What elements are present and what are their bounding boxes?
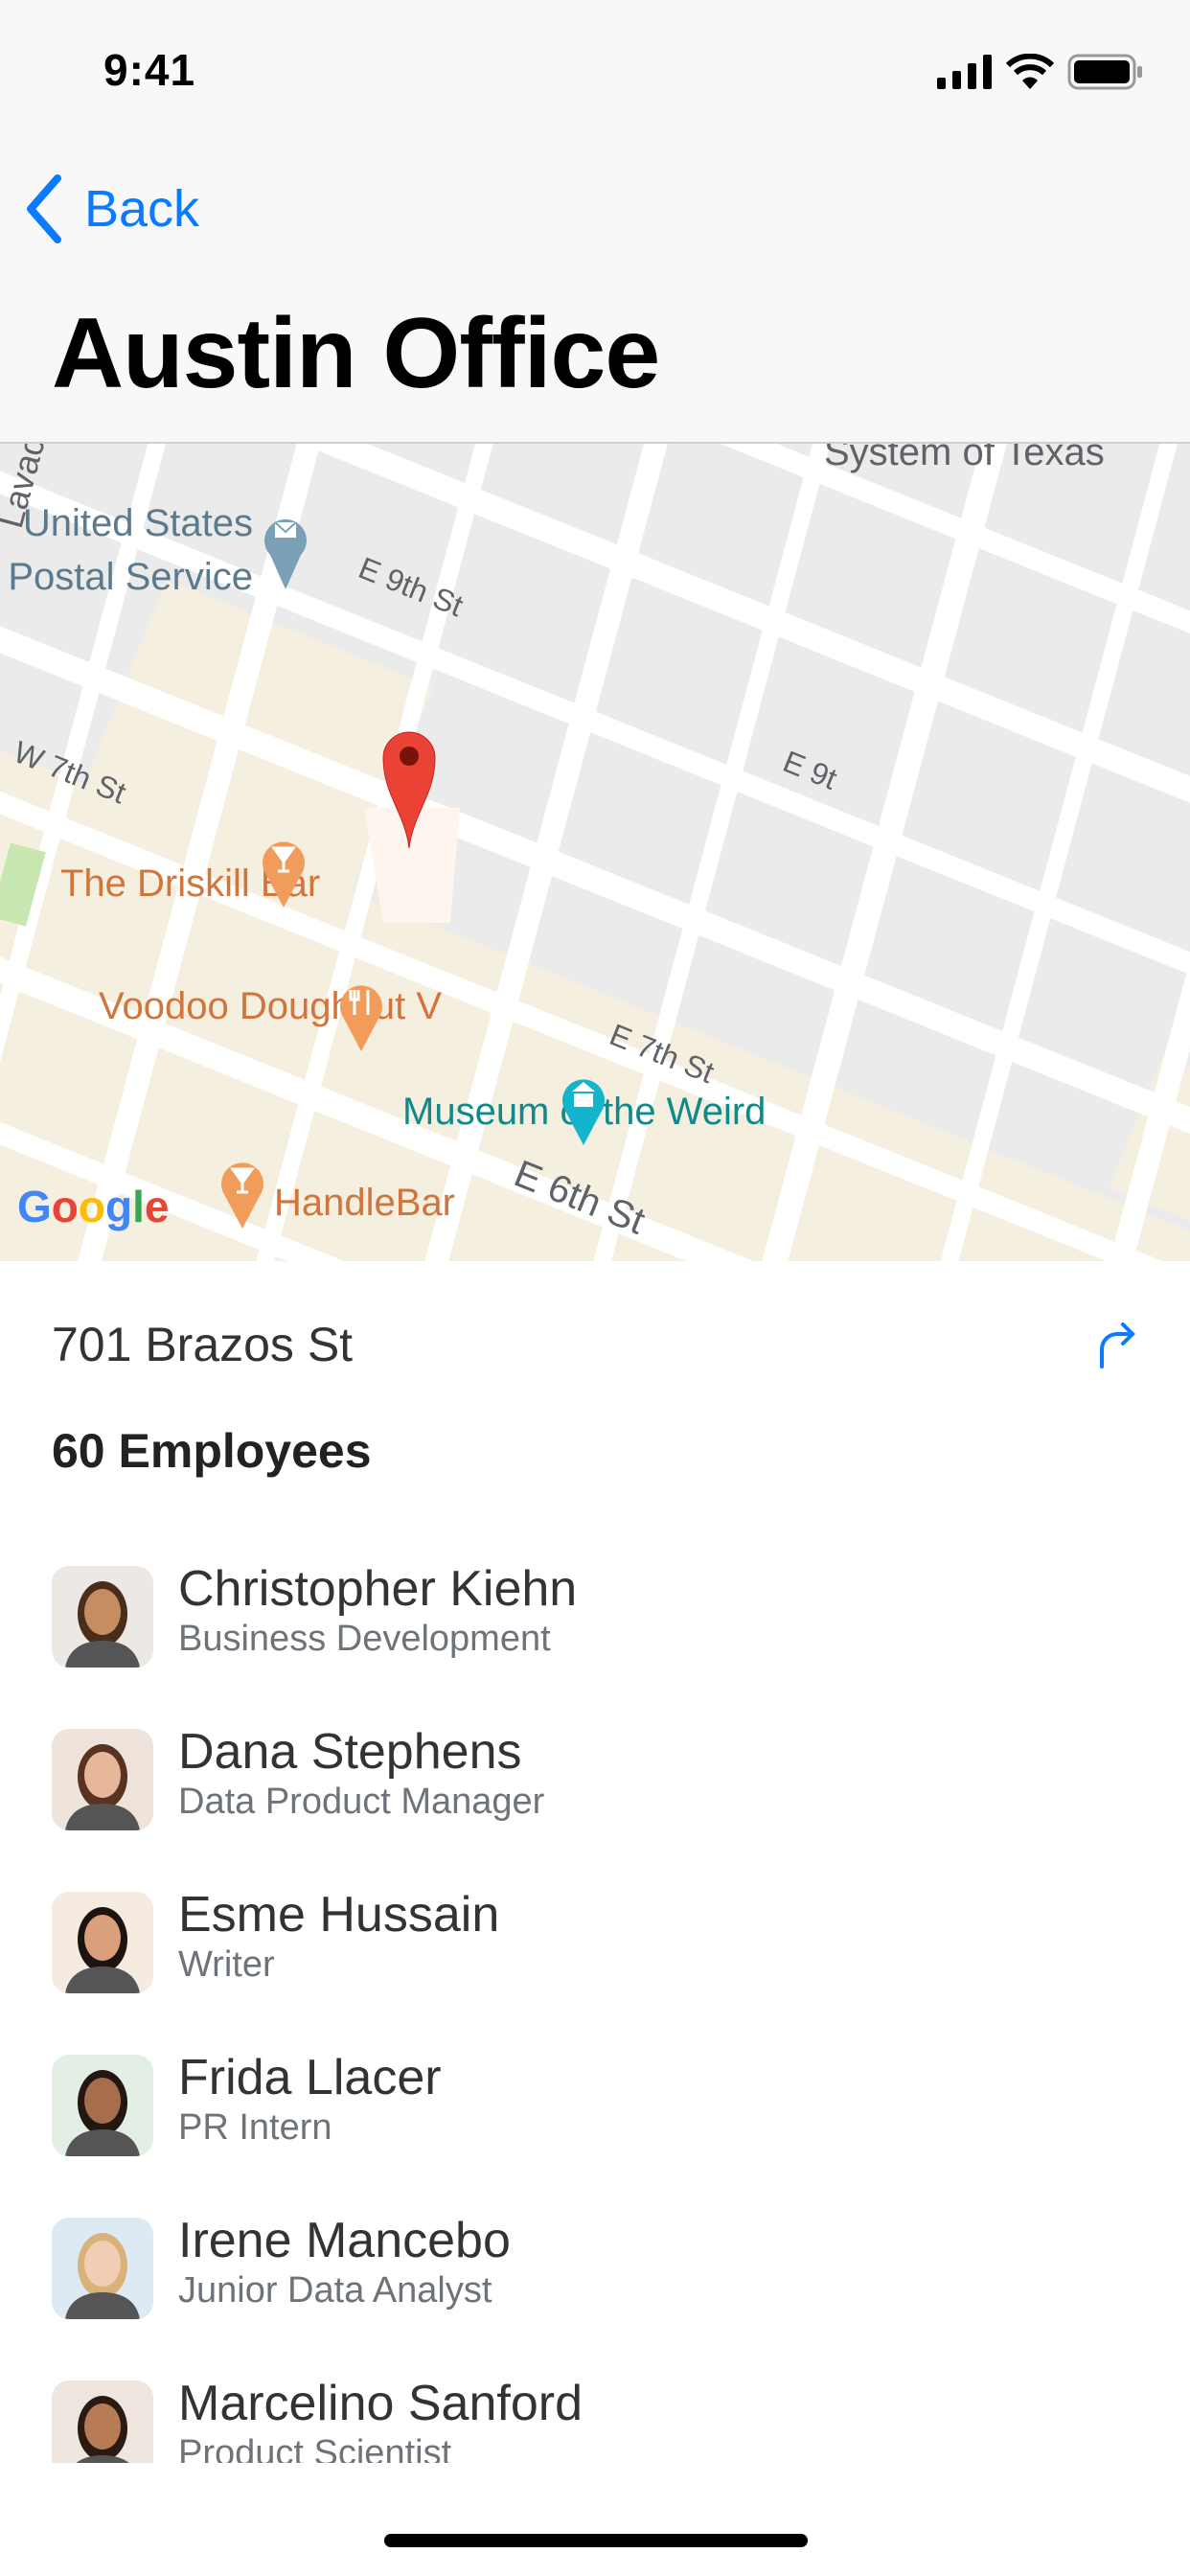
employee-name: Christopher Kiehn (178, 1562, 578, 1617)
address-row: 701 Brazos St (52, 1311, 1138, 1378)
wifi-icon (1006, 54, 1054, 89)
signal-icon (937, 55, 992, 89)
employee-role: Product Scientist (178, 2433, 452, 2463)
employee-name: Irene Mancebo (178, 2213, 511, 2268)
employee-name: Frida Llacer (178, 2050, 442, 2105)
employee-row[interactable]: Christopher Kiehn Business Development (0, 1562, 1190, 1725)
employee-row[interactable]: Dana Stephens Data Product Manager (0, 1724, 1190, 1888)
navigation-header: 9:41 Back Austin Office (0, 0, 1190, 444)
map-label-usps-2: Postal Service (8, 556, 253, 598)
employee-name: Dana Stephens (178, 1724, 522, 1780)
employee-name: Marcelino Sanford (178, 2376, 583, 2431)
employee-row[interactable]: Frida Llacer PR Intern (0, 2050, 1190, 2214)
employee-count: 60 Employees (52, 1424, 372, 1478)
home-indicator[interactable] (384, 2534, 808, 2547)
avatar (52, 1892, 153, 1993)
employee-role: Business Development (178, 1619, 551, 1659)
office-map[interactable]: System of Texas Lavac United States Post… (0, 444, 1190, 1261)
employee-role: Junior Data Analyst (178, 2270, 492, 2311)
map-label-voodoo: Voodoo Doughnut V (99, 985, 442, 1027)
avatar (52, 2218, 153, 2319)
employee-row[interactable]: Irene Mancebo Junior Data Analyst (0, 2213, 1190, 2377)
status-icons (937, 54, 1144, 90)
employee-list: Christopher Kiehn Business Development D… (0, 1562, 1190, 2463)
battery-icon (1067, 54, 1142, 90)
directions-icon[interactable] (1096, 1321, 1138, 1368)
avatar (52, 1729, 153, 1830)
employee-row[interactable]: Marcelino Sanford Product Scientist (0, 2376, 1190, 2463)
chevron-left-icon (27, 174, 61, 243)
employee-role: PR Intern (178, 2107, 332, 2148)
status-time: 9:41 (103, 45, 196, 95)
page-title: Austin Office (52, 298, 660, 409)
google-logo: Google (17, 1182, 169, 1231)
avatar (52, 2380, 153, 2463)
back-button[interactable]: Back (25, 174, 199, 243)
avatar (52, 1566, 153, 1668)
map-label-handlebar: HandleBar (274, 1182, 455, 1224)
map-label-system-of-texas: System of Texas (824, 444, 1105, 473)
back-label: Back (84, 180, 200, 238)
avatar (52, 2055, 153, 2156)
map-label-usps-1: United States (23, 502, 253, 544)
office-address: 701 Brazos St (52, 1318, 354, 1371)
employee-name: Esme Hussain (178, 1887, 500, 1943)
employee-row[interactable]: Esme Hussain Writer (0, 1887, 1190, 2051)
employee-role: Data Product Manager (178, 1782, 545, 1822)
employee-role: Writer (178, 1944, 275, 1985)
